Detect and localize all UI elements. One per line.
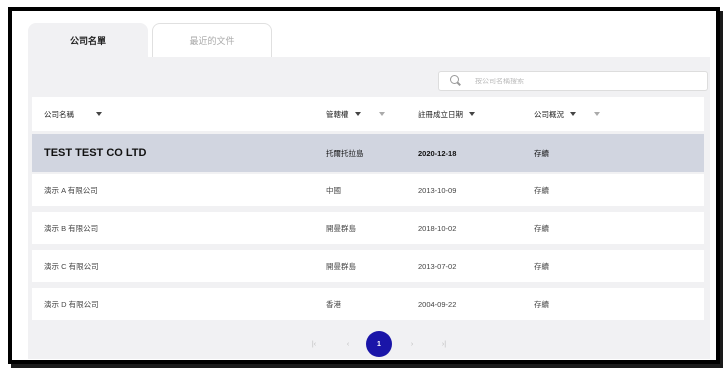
tab-recent-files-label: 最近的文件 bbox=[189, 36, 235, 46]
column-header-incorporation-date-label: 註冊成立日期 bbox=[418, 109, 463, 119]
company-list-panel: 公司名單 最近的文件 公司名稱 管轄權 註冊成立日期 bbox=[28, 23, 710, 359]
cell-jurisdiction: 中國 bbox=[326, 185, 341, 195]
cell-company-name[interactable]: 演示 B 有限公司 bbox=[44, 212, 98, 244]
cell-jurisdiction: 香港 bbox=[326, 299, 341, 309]
search-icon bbox=[449, 74, 463, 88]
cell-company-status: 存續 bbox=[534, 148, 549, 158]
sort-caret-icon[interactable] bbox=[469, 112, 475, 116]
first-page-button[interactable]: |‹ bbox=[304, 331, 324, 357]
sort-caret-icon[interactable] bbox=[96, 112, 102, 116]
cell-company-status: 存續 bbox=[534, 223, 549, 233]
cell-jurisdiction: 開曼群島 bbox=[326, 223, 356, 233]
filter-icon[interactable] bbox=[378, 112, 385, 116]
pagination: |‹ ‹ 1 › ›| bbox=[28, 331, 710, 357]
column-header-company-status-label: 公司概況 bbox=[534, 109, 564, 119]
tab-company-list[interactable]: 公司名單 bbox=[28, 23, 148, 57]
filter-icon[interactable] bbox=[594, 112, 600, 116]
column-header-jurisdiction[interactable]: 管轄權 bbox=[326, 97, 385, 131]
cell-company-name[interactable]: 演示 A 有限公司 bbox=[44, 174, 98, 206]
cell-incorporation-date: 2004-09-22 bbox=[418, 299, 457, 309]
cell-company-name[interactable]: 演示 D 有限公司 bbox=[44, 288, 99, 320]
column-header-jurisdiction-label: 管轄權 bbox=[326, 109, 349, 119]
sort-caret-icon[interactable] bbox=[570, 112, 576, 116]
search-box[interactable] bbox=[438, 71, 708, 91]
tab-recent-files[interactable]: 最近的文件 bbox=[152, 23, 272, 57]
window-frame: 公司名單 最近的文件 公司名稱 管轄權 註冊成立日期 bbox=[8, 7, 720, 364]
cell-incorporation-date: 2020-12-18 bbox=[418, 148, 457, 158]
column-header-company-name-label: 公司名稱 bbox=[44, 109, 74, 119]
previous-page-button[interactable]: ‹ bbox=[338, 331, 358, 357]
cell-jurisdiction: 開曼群島 bbox=[326, 261, 356, 271]
last-page-button[interactable]: ›| bbox=[434, 331, 454, 357]
column-header-incorporation-date[interactable]: 註冊成立日期 bbox=[418, 97, 475, 131]
cell-company-status: 存續 bbox=[534, 261, 549, 271]
cell-company-name[interactable]: TEST TEST CO LTD bbox=[44, 134, 146, 172]
page-1-button[interactable]: 1 bbox=[366, 331, 392, 357]
column-header-company-name[interactable]: 公司名稱 bbox=[44, 97, 102, 131]
table-row[interactable]: 演示 D 有限公司 香港 2004-09-22 存續 bbox=[32, 288, 704, 320]
cell-company-name[interactable]: 演示 C 有限公司 bbox=[44, 250, 99, 282]
cell-incorporation-date: 2013-10-09 bbox=[418, 185, 457, 195]
table-row[interactable]: 演示 C 有限公司 開曼群島 2013-07-02 存續 bbox=[32, 250, 704, 282]
cell-company-status: 存續 bbox=[534, 185, 549, 195]
cell-company-status: 存續 bbox=[534, 299, 549, 309]
tab-company-list-label: 公司名單 bbox=[69, 35, 106, 46]
cell-incorporation-date: 2013-07-02 bbox=[418, 261, 457, 271]
table-row[interactable]: 演示 B 有限公司 開曼群島 2018-10-02 存續 bbox=[32, 212, 704, 244]
cell-jurisdiction: 托爾托拉島 bbox=[326, 148, 364, 158]
search-input[interactable] bbox=[475, 77, 675, 85]
table-row[interactable]: 演示 A 有限公司 中國 2013-10-09 存續 bbox=[32, 174, 704, 206]
sort-caret-icon[interactable] bbox=[354, 112, 361, 116]
table-row[interactable]: TEST TEST CO LTD 托爾托拉島 2020-12-18 存續 bbox=[32, 134, 704, 172]
next-page-button[interactable]: › bbox=[402, 331, 422, 357]
cell-incorporation-date: 2018-10-02 bbox=[418, 223, 457, 233]
table-header: 公司名稱 管轄權 註冊成立日期 公司概況 bbox=[32, 97, 704, 131]
tab-bar: 公司名單 最近的文件 bbox=[28, 23, 710, 57]
column-header-company-status[interactable]: 公司概況 bbox=[534, 97, 600, 131]
